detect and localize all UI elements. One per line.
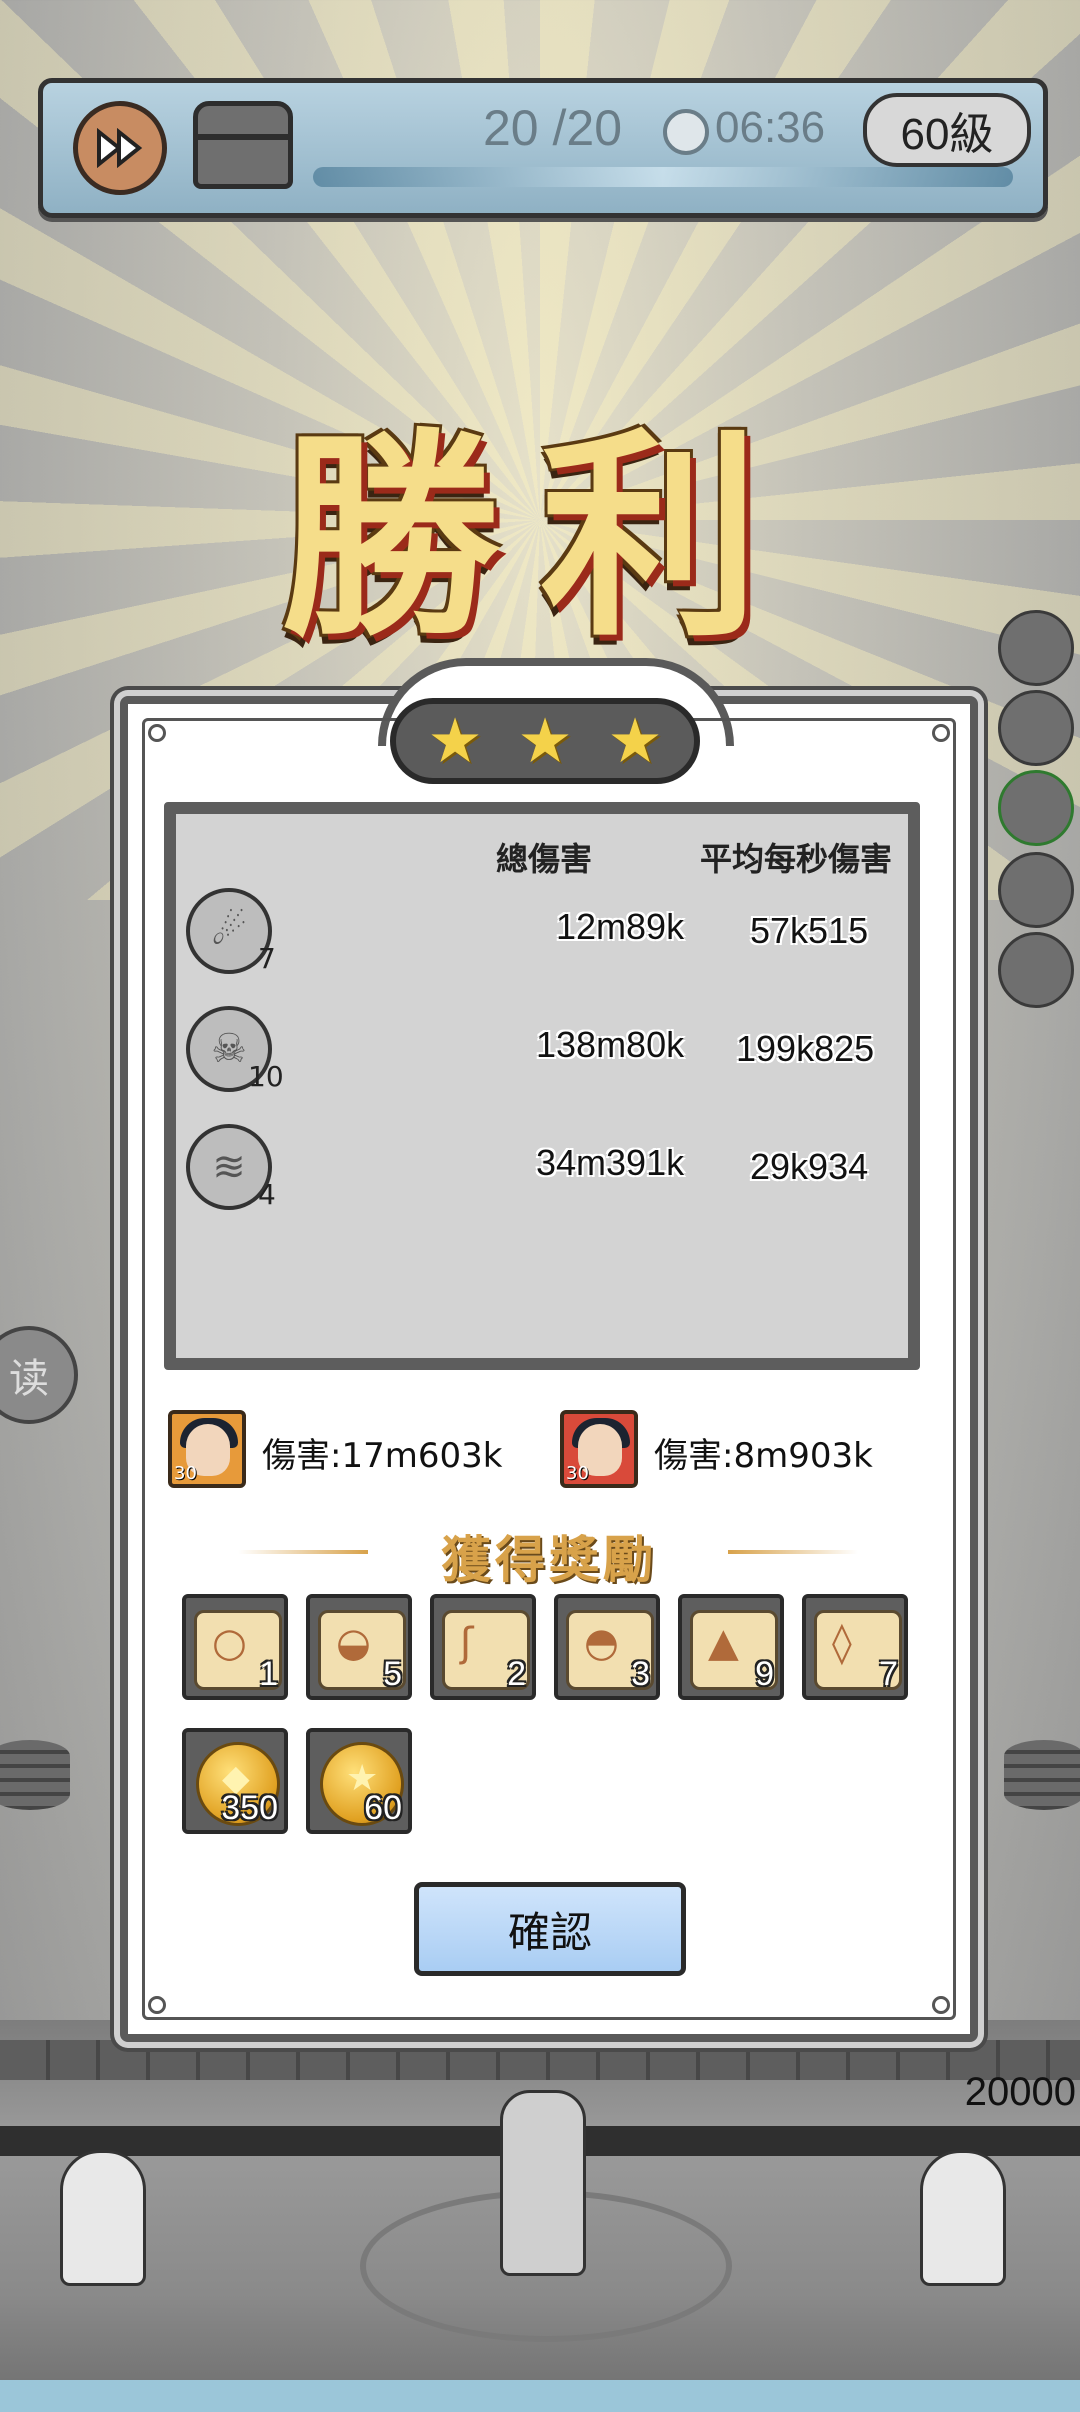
reward-item[interactable]: ▲ 9 [678,1594,784,1700]
reward-qty: 60 [364,1789,402,1827]
energy-timer: 06:36 [715,103,826,152]
read-float-button[interactable]: 读 [0,1326,78,1424]
top-status-bar: 20 /20 06:36 60級 [38,78,1048,218]
player-level-badge: 60級 [863,93,1031,167]
reward-qty: 1 [259,1655,278,1693]
reward-item[interactable]: ★ 60 [306,1728,412,1834]
side-skill-slot-4[interactable] [998,852,1074,928]
victory-title: 勝利 [279,407,800,666]
hero-portrait-1: 30 [168,1410,246,1488]
title-ornament-right [728,1550,858,1554]
dps-value: 29k934 [750,1146,869,1187]
enemy-ghost-left [60,2150,146,2286]
drum-left-icon [0,1740,70,1810]
side-skill-slot-2[interactable] [998,690,1074,766]
reward-item[interactable]: ◒ 5 [306,1594,412,1700]
wall-hp-value: 20000 [964,2070,1076,2114]
reward-qty: 3 [631,1655,650,1693]
fast-forward-icon [97,128,143,168]
corner-ornament [148,1996,166,2014]
hero-level: 30 [174,1463,197,1484]
drum-right-icon [1004,1740,1080,1810]
star-icon: ★ [607,704,663,777]
hero-damage-1: 傷害:17m603k [262,1436,503,1476]
reward-qty: 7 [879,1655,898,1693]
total-damage-header: 總傷害 [496,840,593,878]
skill-level: 7 [258,942,276,975]
fast-forward-button[interactable] [73,101,167,195]
star-rating: ★ ★ ★ [390,698,700,784]
moat-water [0,2380,1080,2412]
battle-result-dialog: ★ ★ ★ 總傷害 平均每秒傷害 ☄ 7 12m89k 57k515 ☠ 10 … [120,658,978,2042]
clock-icon [663,109,709,155]
corner-ornament [932,724,950,742]
dps-value: 199k825 [736,1028,875,1069]
damage-stats-panel: 總傷害 平均每秒傷害 ☄ 7 12m89k 57k515 ☠ 10 138m80… [164,802,920,1370]
total-damage-value: 34m391k [536,1142,685,1183]
reward-qty: 2 [507,1655,526,1693]
enemy-ghost-right [920,2150,1006,2286]
reward-item[interactable]: ʃ 2 [430,1594,536,1700]
star-icon: ★ [517,704,573,777]
reward-item[interactable]: ○ 1 [182,1594,288,1700]
hero-damage-2: 傷害:8m903k [654,1436,873,1476]
reward-qty: 5 [383,1655,402,1693]
corner-ornament [148,724,166,742]
reward-item[interactable]: ◊ 7 [802,1594,908,1700]
reward-qty: 9 [755,1655,774,1693]
read-label: 读 [9,1356,49,1402]
confirm-button[interactable]: 確認 [414,1882,686,1976]
side-skill-slot-3[interactable] [998,770,1074,846]
player-hero-sprite [500,2090,586,2276]
total-damage-value: 138m80k [536,1024,685,1065]
dps-value: 57k515 [750,910,869,951]
hero-portrait-2: 30 [560,1410,638,1488]
corner-ornament [932,1996,950,2014]
total-damage-value: 12m89k [556,906,685,947]
lightning-progress-bar [313,167,1013,187]
hero-level: 30 [566,1463,589,1484]
star-icon: ★ [427,704,483,777]
treasure-chest-icon[interactable] [193,101,293,189]
skill-level: 4 [258,1178,276,1211]
castle-wall [0,2040,1080,2080]
reward-item[interactable]: ◓ 3 [554,1594,660,1700]
reward-qty: 350 [221,1789,278,1827]
energy-counter: 20 /20 [483,100,623,156]
rewards-title: 獲得獎勵 [441,1531,657,1589]
skill-level: 10 [248,1060,284,1093]
side-skill-slot-5[interactable] [998,932,1074,1008]
reward-item[interactable]: ◆ 350 [182,1728,288,1834]
dps-header: 平均每秒傷害 [700,840,893,878]
